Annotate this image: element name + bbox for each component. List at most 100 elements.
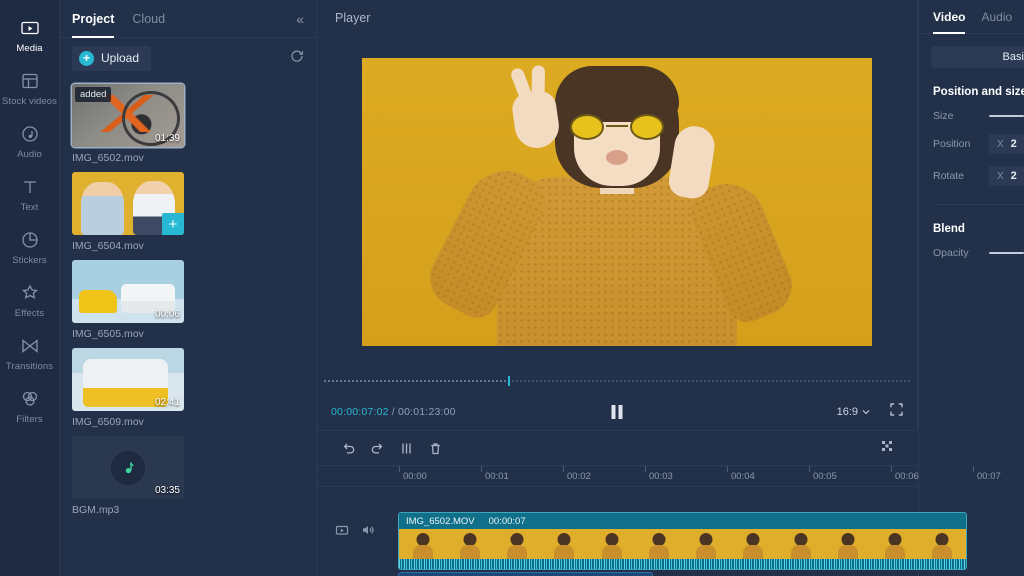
position-axis-label: X <box>997 138 1004 150</box>
tab-cloud[interactable]: Cloud <box>132 0 165 38</box>
size-label: Size <box>933 110 954 122</box>
media-duration: 03:35 <box>154 485 180 496</box>
fullscreen-icon[interactable] <box>890 403 903 421</box>
aspect-ratio-dropdown[interactable]: 16:9 <box>837 406 870 418</box>
media-icon <box>19 17 41 39</box>
pause-bar <box>618 405 623 419</box>
clip-name: IMG_6502.MOV <box>406 515 475 527</box>
redo-button[interactable] <box>370 441 385 456</box>
sidebar-label-filters: Filters <box>16 414 43 425</box>
preview-lips <box>606 150 628 165</box>
project-panel: Project Cloud « + Upload added 01:39 IMG… <box>60 0 317 576</box>
sidebar-item-text[interactable]: Text <box>0 167 60 220</box>
rotate-x-input[interactable]: X 2 <box>989 166 1024 186</box>
media-thumbnail: added 01:39 <box>72 84 184 147</box>
media-name: IMG_6505.mov <box>72 328 144 340</box>
basic-button[interactable]: Basic <box>931 46 1024 68</box>
added-badge: added <box>75 87 112 102</box>
player-scrubber[interactable] <box>317 368 917 394</box>
media-item-img-6502[interactable]: added 01:39 IMG_6502.mov <box>72 84 184 164</box>
player-title: Player <box>335 11 371 25</box>
media-item-img-6505[interactable]: 00:06 IMG_6505.mov <box>72 260 184 340</box>
filmstrip-frame <box>824 529 872 559</box>
speaker-icon[interactable] <box>361 523 375 542</box>
audio-icon <box>19 123 41 145</box>
split-button[interactable] <box>399 441 414 456</box>
sidebar-item-transitions[interactable]: Transitions <box>0 326 60 379</box>
video-preview[interactable] <box>362 58 872 346</box>
project-actions: + Upload <box>60 38 316 78</box>
timeline-settings-icon[interactable] <box>880 439 894 458</box>
media-name: IMG_6504.mov <box>72 240 144 252</box>
filmstrip-frame <box>729 529 777 559</box>
video-track-head <box>317 513 399 542</box>
opacity-slider[interactable] <box>989 252 1024 254</box>
rotate-row: Rotate X 2 <box>919 154 1024 186</box>
scrubber-progress <box>323 376 509 386</box>
preview-lens-left <box>570 114 604 140</box>
refresh-icon[interactable] <box>290 49 304 68</box>
media-item-bgm-mp3[interactable]: 03:35 BGM.mp3 <box>72 436 184 516</box>
size-slider[interactable] <box>989 115 1024 117</box>
filmstrip-frame <box>918 529 966 559</box>
media-name: IMG_6502.mov <box>72 152 144 164</box>
position-label: Position <box>933 138 971 150</box>
player-area: Player 00:00:07:02 / 00:01:23:00 16:9 <box>317 0 918 430</box>
timeline-ruler[interactable]: 00:00 00:01 00:02 00:03 00:04 00:05 00:0… <box>317 465 1001 487</box>
media-thumbnail: 00:06 <box>72 260 184 323</box>
time-separator: / <box>391 406 395 418</box>
filmstrip-frame <box>777 529 825 559</box>
pause-button[interactable] <box>611 405 623 419</box>
scrubber-playhead[interactable] <box>508 376 511 386</box>
timeline-clip-video[interactable]: IMG_6502.MOV 00:00:07 <box>399 513 966 569</box>
delete-button[interactable] <box>428 441 443 456</box>
tab-video[interactable]: Video <box>933 0 966 34</box>
upload-label: Upload <box>101 51 140 65</box>
plus-icon: + <box>79 50 94 66</box>
filmstrip-frame <box>682 529 730 559</box>
upload-button[interactable]: + Upload <box>72 45 152 71</box>
timeline-area: 00:00 00:01 00:02 00:03 00:04 00:05 00:0… <box>317 430 1001 576</box>
sidebar-item-effects[interactable]: Effects <box>0 273 60 326</box>
sidebar-label-stickers: Stickers <box>12 255 47 266</box>
media-grid: added 01:39 IMG_6502.mov + IMG_6504.mov … <box>60 78 316 522</box>
media-thumbnail: 02:41 <box>72 348 184 411</box>
collapse-panel-icon[interactable]: « <box>296 12 304 26</box>
sidebar-label-transitions: Transitions <box>5 361 54 372</box>
clip-filmstrip <box>399 529 966 559</box>
undo-button[interactable] <box>341 441 356 456</box>
sidebar-item-filters[interactable]: Filters <box>0 379 60 432</box>
media-item-img-6504[interactable]: + IMG_6504.mov <box>72 172 184 252</box>
sidebar-item-stickers[interactable]: Stickers <box>0 220 60 273</box>
current-time: 00:00:07:02 <box>331 406 389 418</box>
tab-audio[interactable]: Audio <box>981 0 1012 34</box>
rotate-label: Rotate <box>933 170 964 182</box>
sidebar-item-audio[interactable]: Audio <box>0 114 60 167</box>
total-time: 00:01:23:00 <box>398 406 456 418</box>
position-x-input[interactable]: X 2 <box>989 134 1024 154</box>
aspect-ratio-value: 16:9 <box>836 406 858 418</box>
add-to-timeline-icon[interactable]: + <box>162 213 184 235</box>
opacity-label: Opacity <box>933 247 969 259</box>
timeline-toolbar <box>317 431 918 465</box>
music-note-icon <box>111 450 145 485</box>
video-track-icon[interactable] <box>335 523 349 542</box>
clip-header: IMG_6502.MOV 00:00:07 <box>399 513 966 529</box>
tab-project[interactable]: Project <box>72 0 115 38</box>
media-thumbnail: + <box>72 172 184 235</box>
rotate-axis-label: X <box>997 170 1004 182</box>
clip-waveform <box>399 559 966 569</box>
stock-videos-icon <box>19 70 41 92</box>
rotate-x-value: 2 <box>1010 170 1017 182</box>
filters-icon <box>19 388 41 410</box>
transitions-icon <box>19 335 41 357</box>
filmstrip-frame <box>399 529 447 559</box>
timecode-display: 00:00:07:02 / 00:01:23:00 <box>331 406 456 418</box>
preview-finger <box>531 65 546 100</box>
media-item-img-6509[interactable]: 02:41 IMG_6509.mov <box>72 348 184 428</box>
filmstrip-frame <box>871 529 919 559</box>
scrubber-track[interactable] <box>323 376 911 386</box>
sidebar-item-stock-videos[interactable]: Stock videos <box>0 61 60 114</box>
sidebar-item-media[interactable]: Media <box>0 8 60 61</box>
video-clip-area: IMG_6502.MOV 00:00:07 <box>399 513 966 569</box>
